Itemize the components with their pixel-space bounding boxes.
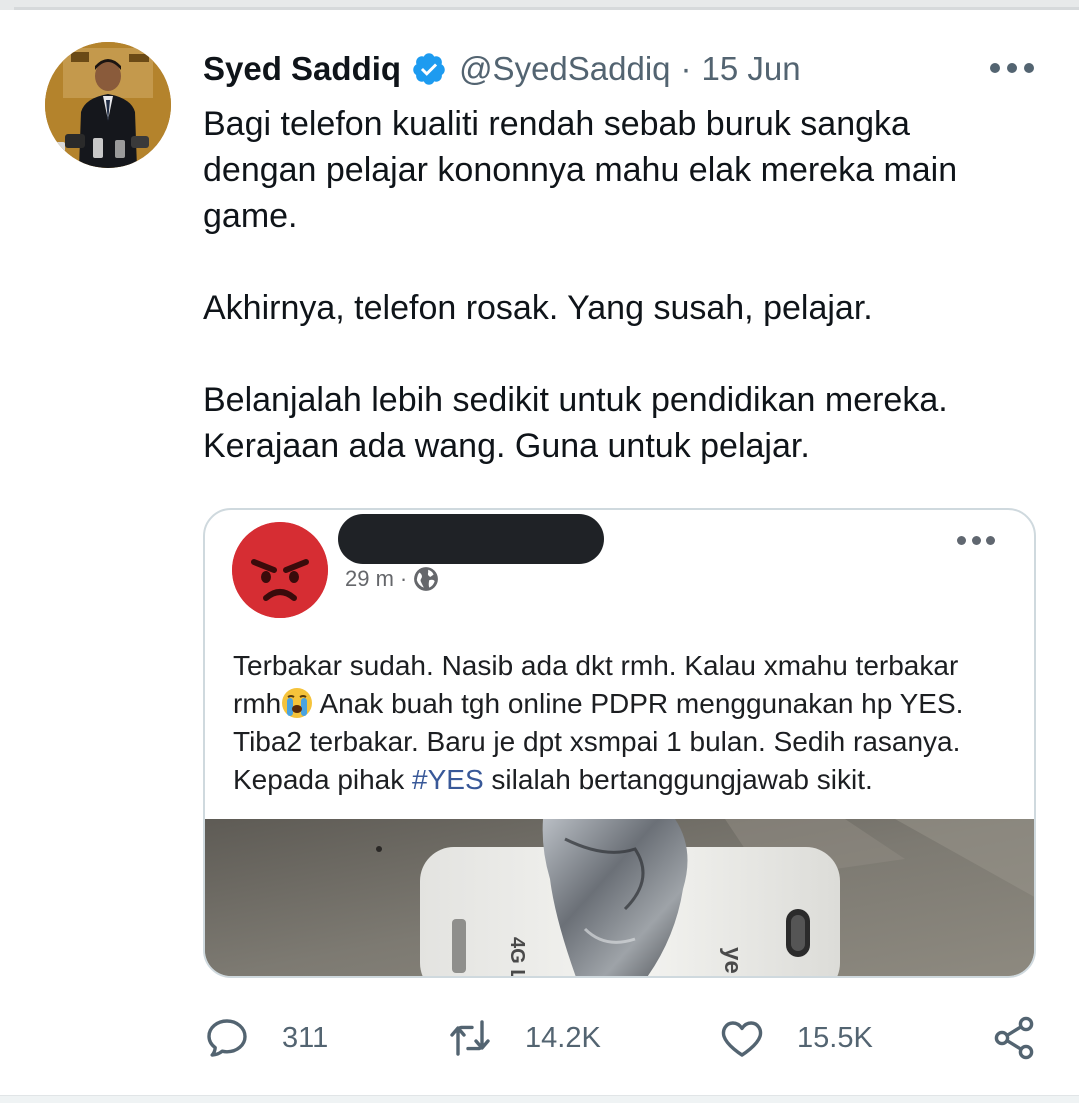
phone-label: 4G LTE bbox=[506, 937, 528, 978]
tweet-line: Bagi telefon kualiti rendah sebab buruk … bbox=[203, 105, 910, 143]
tweet-date[interactable]: 15 Jun bbox=[702, 50, 801, 88]
more-dot bbox=[1007, 63, 1017, 73]
post-line: Terbakar sudah. Nasib ada dkt rmh. Kalau… bbox=[233, 650, 959, 681]
tweet-line: Kerajaan ada wang. Guna untuk pelajar. bbox=[203, 427, 810, 465]
post-more-dot bbox=[971, 536, 981, 545]
tweet-line: Belanjalah lebih sedikit untuk pendidika… bbox=[203, 381, 948, 419]
header-separator: · bbox=[680, 50, 692, 87]
post-meta-separator: · bbox=[399, 566, 408, 591]
avatar-photo bbox=[45, 42, 171, 168]
more-icon[interactable] bbox=[990, 58, 1034, 78]
post-meta: 29 m · bbox=[345, 566, 439, 592]
post-fragment: Kepada pihak bbox=[233, 764, 413, 795]
author-avatar[interactable] bbox=[45, 42, 171, 168]
post-more-icon bbox=[957, 536, 995, 546]
share-button[interactable] bbox=[990, 1010, 1038, 1066]
post-time: 29 m bbox=[345, 566, 394, 591]
post-line: rmh Anak buah tgh online PDPR menggunaka… bbox=[233, 685, 1023, 723]
photo-scene: 4G LTE ye bbox=[205, 819, 1034, 978]
retweet-button[interactable]: 14.2K bbox=[446, 1010, 601, 1066]
post-fragment: rmh bbox=[233, 688, 282, 719]
globe-icon bbox=[414, 567, 439, 591]
retweet-icon bbox=[450, 1020, 490, 1056]
author-handle[interactable]: @SyedSaddiq bbox=[459, 50, 670, 88]
post-text: Terbakar sudah. Nasib ada dkt rmh. Kalau… bbox=[233, 647, 1023, 799]
phone-brand: ye bbox=[719, 947, 746, 974]
share-icon bbox=[994, 1016, 1034, 1060]
post-more-dot bbox=[957, 536, 966, 545]
tweet-line: game. bbox=[203, 197, 298, 235]
post-line: Tiba2 terbakar. Baru je dpt xsmpai 1 bul… bbox=[233, 726, 961, 757]
post-more-dot bbox=[986, 536, 995, 545]
more-dot bbox=[990, 63, 1000, 73]
like-count: 15.5K bbox=[797, 1021, 873, 1054]
bottom-divider bbox=[0, 1095, 1079, 1103]
tweet-actions: 311 14.2K 15.5K bbox=[0, 1010, 1079, 1066]
angry-face-emoji bbox=[232, 522, 328, 618]
reply-button[interactable]: 311 bbox=[203, 1010, 328, 1066]
burnt-phone-photo: 4G LTE ye bbox=[205, 819, 1034, 978]
top-divider bbox=[0, 0, 1079, 10]
author-name[interactable]: Syed Saddiq bbox=[203, 50, 401, 88]
post-line: Kepada pihak #YES silalah bertanggungjaw… bbox=[233, 761, 1023, 799]
heart-icon bbox=[721, 1021, 763, 1057]
tweet-line: Akhirnya, telefon rosak. Yang susah, pel… bbox=[203, 289, 873, 327]
post-fragment: silalah bertanggungjawab sikit. bbox=[483, 764, 873, 795]
tweet-text: Bagi telefon kualiti rendah sebab buruk … bbox=[203, 101, 1053, 469]
verified-badge-icon bbox=[413, 53, 445, 85]
reply-count: 311 bbox=[282, 1021, 329, 1054]
hashtag-link[interactable]: #YES bbox=[412, 764, 484, 795]
post-fragment: Anak buah tgh online PDPR menggunakan hp… bbox=[313, 688, 964, 719]
more-dot bbox=[1024, 63, 1034, 73]
retweet-count: 14.2K bbox=[525, 1021, 601, 1054]
crying-face-emoji bbox=[282, 688, 313, 718]
tweet-line: dengan pelajar kononnya mahu elak mereka… bbox=[203, 151, 958, 189]
redacted-name bbox=[338, 514, 604, 564]
reply-icon bbox=[207, 1019, 247, 1057]
tweet-header: Syed Saddiq @SyedSaddiq · 15 Jun bbox=[203, 46, 801, 92]
like-button[interactable]: 15.5K bbox=[718, 1010, 873, 1066]
tweet-media[interactable]: 29 m · Terbakar sudah. Nasib ada dkt rmh… bbox=[203, 508, 1036, 978]
